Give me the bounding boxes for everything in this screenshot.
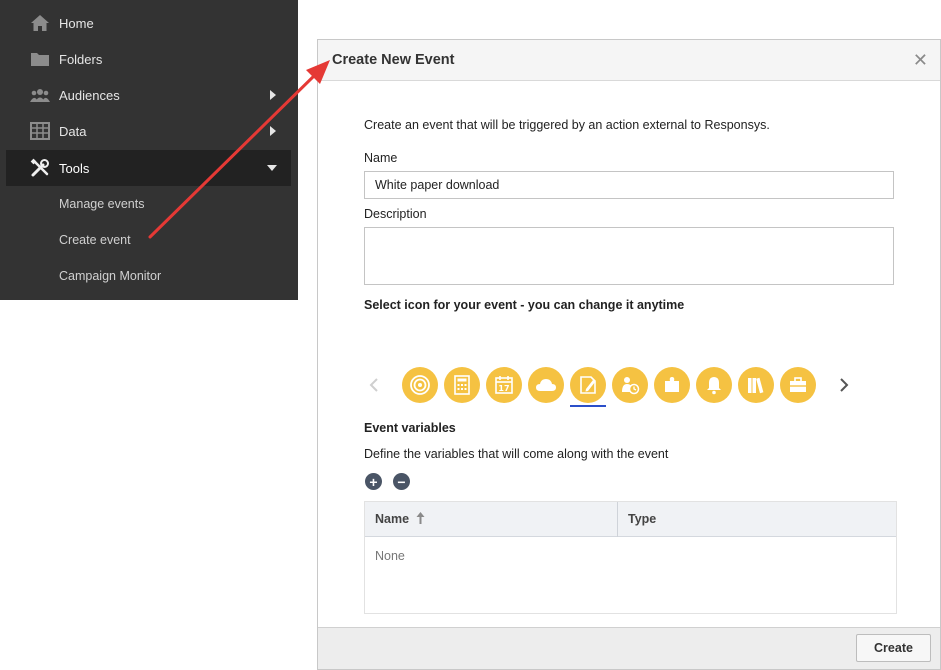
note-icon[interactable] bbox=[570, 367, 606, 403]
sidebar-subitem-create-event[interactable]: Create event bbox=[59, 233, 131, 247]
books-icon[interactable] bbox=[738, 367, 774, 403]
close-icon[interactable]: ✕ bbox=[913, 50, 928, 70]
chevron-right-icon bbox=[270, 90, 276, 100]
name-input[interactable]: White paper download bbox=[364, 171, 894, 199]
chevron-right-icon bbox=[270, 126, 276, 136]
sidebar-item-label: Data bbox=[59, 123, 87, 139]
sidebar-item-tools[interactable]: Tools bbox=[6, 150, 291, 186]
variables-title: Event variables bbox=[364, 421, 456, 435]
icon-section-title: Select icon for your event - you can cha… bbox=[364, 298, 685, 312]
variables-description: Define the variables that will come alon… bbox=[364, 447, 669, 461]
sidebar-subitem-campaign-monitor[interactable]: Campaign Monitor bbox=[59, 269, 161, 283]
svg-text:17: 17 bbox=[498, 384, 509, 393]
dialog-body: Create an event that will be triggered b… bbox=[318, 81, 940, 629]
data-grid-icon bbox=[30, 121, 50, 141]
column-header-name-label: Name bbox=[375, 512, 410, 526]
table-empty-text: None bbox=[375, 549, 405, 563]
variables-table: Name Type None bbox=[364, 501, 897, 614]
description-label: Description bbox=[364, 207, 427, 221]
table-header: Name Type bbox=[365, 502, 896, 537]
home-icon bbox=[30, 13, 50, 33]
puzzle-icon[interactable] bbox=[654, 367, 690, 403]
selected-icon-indicator bbox=[570, 405, 606, 407]
description-textarea[interactable] bbox=[364, 227, 894, 285]
calendar-icon[interactable]: 17 bbox=[486, 367, 522, 403]
sidebar-nav: Home Folders Audiences Data Tools Manage… bbox=[0, 0, 298, 300]
sidebar-item-data[interactable]: Data bbox=[0, 113, 298, 149]
remove-variable-button[interactable]: − bbox=[393, 473, 410, 490]
folder-icon bbox=[30, 49, 50, 69]
create-button[interactable]: Create bbox=[856, 634, 931, 662]
sidebar-item-label: Folders bbox=[59, 51, 103, 67]
dialog-title: Create New Event bbox=[332, 52, 455, 68]
column-header-name[interactable]: Name bbox=[375, 512, 425, 526]
briefcase-icon[interactable] bbox=[780, 367, 816, 403]
sort-ascending-icon bbox=[416, 512, 425, 524]
sidebar-item-folders[interactable]: Folders bbox=[0, 41, 298, 77]
name-input-value: White paper download bbox=[375, 178, 500, 192]
carousel-prev-icon[interactable] bbox=[368, 377, 380, 393]
cloud-icon[interactable] bbox=[528, 367, 564, 403]
column-header-type[interactable]: Type bbox=[628, 512, 656, 526]
dialog-footer: Create bbox=[318, 627, 940, 669]
bell-icon[interactable] bbox=[696, 367, 732, 403]
name-label: Name bbox=[364, 151, 398, 165]
sidebar-subitem-manage-events[interactable]: Manage events bbox=[59, 197, 144, 211]
column-divider bbox=[617, 502, 618, 537]
audiences-icon bbox=[30, 85, 50, 105]
target-icon[interactable] bbox=[402, 367, 438, 403]
tools-icon bbox=[30, 158, 50, 178]
chevron-down-icon bbox=[267, 165, 277, 171]
calculator-icon[interactable] bbox=[444, 367, 480, 403]
sidebar-item-audiences[interactable]: Audiences bbox=[0, 77, 298, 113]
dialog-header: Create New Event ✕ bbox=[318, 40, 940, 81]
intro-text: Create an event that will be triggered b… bbox=[364, 118, 770, 132]
sidebar-item-label: Tools bbox=[59, 160, 90, 176]
sidebar-item-label: Audiences bbox=[59, 87, 120, 103]
create-event-dialog: Create New Event ✕ Create an event that … bbox=[317, 39, 941, 670]
person-clock-icon[interactable] bbox=[612, 367, 648, 403]
sidebar-item-home[interactable]: Home bbox=[0, 5, 298, 41]
carousel-next-icon[interactable] bbox=[838, 377, 850, 393]
sidebar-item-label: Home bbox=[59, 15, 94, 31]
add-variable-button[interactable]: + bbox=[365, 473, 382, 490]
